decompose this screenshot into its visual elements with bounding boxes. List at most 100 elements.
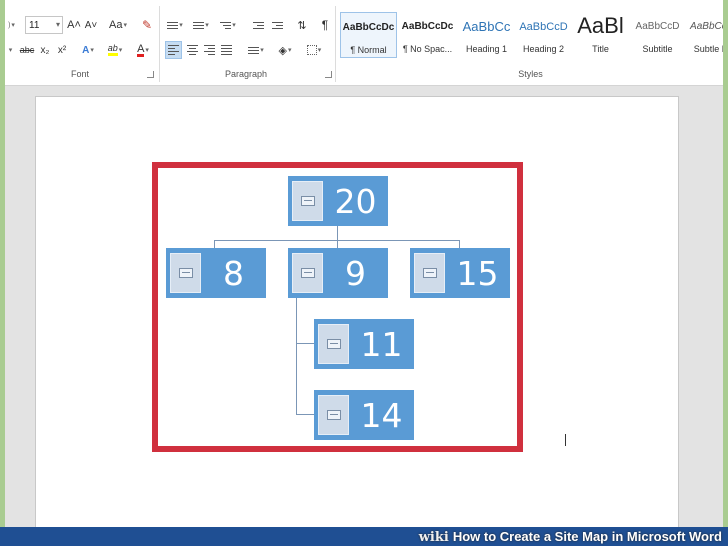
style-sample: AaBl <box>577 13 624 38</box>
picture-placeholder-icon[interactable] <box>318 395 349 435</box>
clear-formatting-icon[interactable]: ✎ <box>138 16 156 34</box>
node-label: 11 <box>360 324 403 364</box>
font-row-dropdown[interactable]: ▾ <box>5 41 15 59</box>
numbering-button[interactable]: ▾ <box>189 16 213 34</box>
connector-line <box>296 343 314 344</box>
picture-placeholder-icon[interactable] <box>292 253 323 293</box>
style-name: ¶ No Spac... <box>402 44 453 54</box>
node-level1-first[interactable]: 8 <box>166 248 266 298</box>
style-sample: AaBbCcD <box>635 21 680 32</box>
style-name: ¶ Normal <box>350 45 387 55</box>
increase-indent-button[interactable] <box>268 16 286 34</box>
node-label: 8 <box>223 253 244 293</box>
picture-placeholder-icon[interactable] <box>292 181 323 221</box>
justify-icon <box>221 45 232 55</box>
grow-font-button[interactable]: A˄ <box>66 16 82 34</box>
borders-icon <box>306 45 317 55</box>
text-effects-button[interactable]: A ▾ <box>76 41 100 59</box>
picture-placeholder-icon[interactable] <box>414 253 445 293</box>
strikethrough-button[interactable]: abc <box>17 41 37 59</box>
node-label: 20 <box>334 181 377 221</box>
increase-indent-icon <box>271 21 283 29</box>
style-heading-1[interactable]: AaBbCc Heading 1 <box>458 12 515 58</box>
watermark: wiki How to Create a Site Map in Microsof… <box>419 527 722 546</box>
node-label: 9 <box>345 253 366 293</box>
align-right-icon <box>204 45 215 55</box>
font-size-combo[interactable]: 11 ▾ <box>25 16 63 34</box>
font-size-value: 11 <box>29 19 40 31</box>
connector-line <box>296 298 297 414</box>
style-name: Heading 1 <box>465 44 508 54</box>
sort-button[interactable]: ⇅ <box>293 16 311 34</box>
node-level1-third[interactable]: 15 <box>410 248 510 298</box>
multilevel-list-icon <box>220 21 232 29</box>
decrease-indent-icon <box>252 21 264 29</box>
font-name-combo-edge[interactable]: ) ▾ <box>5 16 17 34</box>
multilevel-list-button[interactable]: ▾ <box>215 16 241 34</box>
ribbon: ) ▾ 11 ▾ A˄ A˅ Aa ▾ ✎ ▾ abc x₂ x² A ▾ ab ▾ A… <box>5 0 723 86</box>
bullets-button[interactable]: ▾ <box>163 16 187 34</box>
show-formatting-button[interactable]: ¶ <box>317 16 333 34</box>
connector-line <box>296 414 314 415</box>
highlight-label: ab <box>107 44 118 56</box>
paragraph-group-label: Paragraph <box>224 69 268 79</box>
font-color-button[interactable]: A ▾ <box>131 41 155 59</box>
style-subtle-emphasis[interactable]: AaBbCcDc Subtle Em <box>686 12 723 58</box>
style-name: Subtle Em <box>693 44 723 54</box>
borders-button[interactable]: ▾ <box>301 41 327 59</box>
style-heading-2[interactable]: AaBbCcD Heading 2 <box>515 12 572 58</box>
style-sample: AaBbCcDc <box>690 21 723 32</box>
style-sample: AaBbCcDc <box>401 21 454 32</box>
sort-icon: ⇅ <box>297 19 307 32</box>
node-child-first[interactable]: 11 <box>314 319 414 369</box>
font-color-label: A <box>137 42 145 57</box>
group-divider <box>159 6 160 82</box>
bullets-icon <box>167 21 179 29</box>
font-group-label: Font <box>70 69 89 79</box>
numbering-icon <box>193 21 205 29</box>
font-dialog-launcher-icon[interactable] <box>147 71 154 78</box>
node-level1-second[interactable]: 9 <box>288 248 388 298</box>
style-name: Subtitle <box>642 44 673 54</box>
style-name: Heading 2 <box>522 44 565 54</box>
node-root[interactable]: 20 <box>288 176 388 226</box>
text-cursor <box>565 434 566 446</box>
decrease-indent-button[interactable] <box>249 16 267 34</box>
watermark-brand: wiki <box>418 530 449 545</box>
change-case-button[interactable]: Aa ▾ <box>105 16 131 34</box>
align-center-button[interactable] <box>184 41 201 59</box>
align-left-button[interactable] <box>165 41 182 59</box>
align-center-icon <box>187 45 198 55</box>
superscript-button[interactable]: x² <box>55 41 69 59</box>
styles-group-label: Styles <box>518 69 543 79</box>
style-name: Title <box>592 44 609 54</box>
shading-button[interactable]: ◈ ▾ <box>273 41 297 59</box>
style-sample: AaBbCc <box>462 19 511 34</box>
paint-bucket-icon: ◈ <box>278 44 287 57</box>
connector-line <box>337 226 338 241</box>
style-sample: AaBbCcD <box>519 21 568 33</box>
style-subtitle[interactable]: AaBbCcD Subtitle <box>629 12 686 58</box>
site-map-diagram[interactable]: 20 8 9 15 11 14 <box>152 162 523 452</box>
paragraph-dialog-launcher-icon[interactable] <box>325 71 332 78</box>
style-normal[interactable]: AaBbCcDc ¶ Normal <box>340 12 397 58</box>
shrink-font-button[interactable]: A˅ <box>83 16 99 34</box>
picture-placeholder-icon[interactable] <box>170 253 201 293</box>
node-child-second[interactable]: 14 <box>314 390 414 440</box>
node-label: 15 <box>456 253 499 293</box>
style-sample: AaBbCcDc <box>342 22 395 33</box>
align-right-button[interactable] <box>201 41 218 59</box>
style-no-spacing[interactable]: AaBbCcDc ¶ No Spac... <box>399 12 456 58</box>
subscript-button[interactable]: x₂ <box>38 41 52 59</box>
change-case-label: Aa <box>109 19 123 31</box>
chevron-down-icon: ▾ <box>55 20 60 29</box>
line-spacing-button[interactable]: ▾ <box>243 41 269 59</box>
align-left-icon <box>168 45 179 55</box>
text-effects-label: A <box>82 44 90 56</box>
node-label: 14 <box>360 395 403 435</box>
group-divider <box>335 6 336 82</box>
justify-button[interactable] <box>218 41 235 59</box>
highlight-button[interactable]: ab ▾ <box>103 41 127 59</box>
style-title[interactable]: AaBl Title <box>572 12 629 58</box>
picture-placeholder-icon[interactable] <box>318 324 349 364</box>
